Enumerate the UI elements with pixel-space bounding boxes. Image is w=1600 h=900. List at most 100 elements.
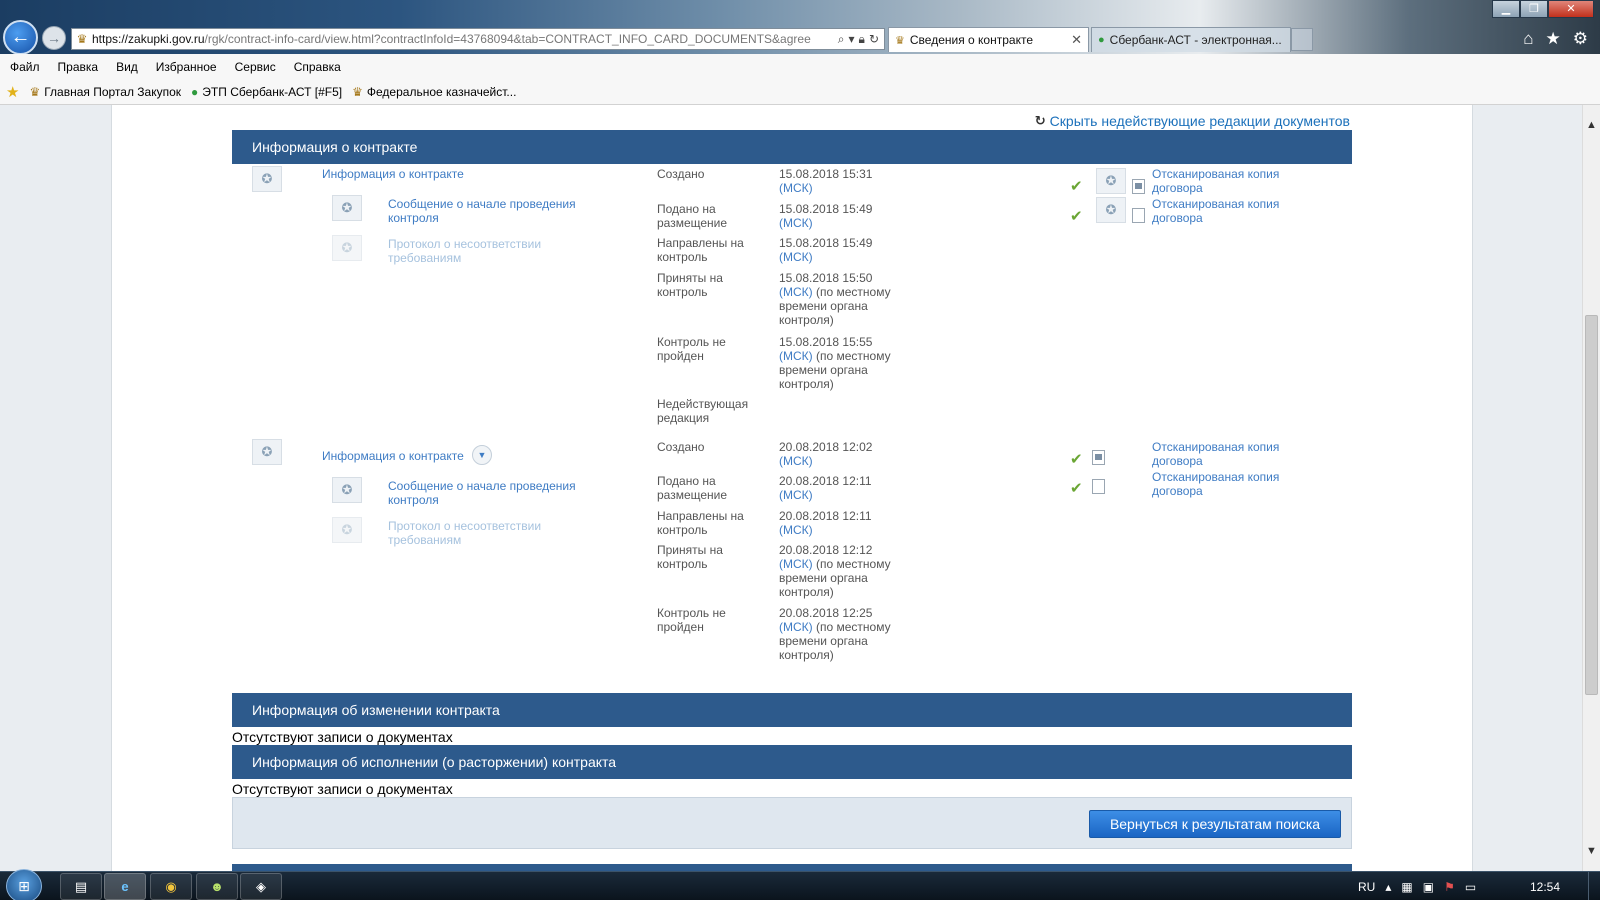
scan-image-icon[interactable] (1092, 450, 1105, 465)
back-to-search-results-button[interactable]: Вернуться к результатам поиска (1089, 810, 1341, 838)
document-medal-icon[interactable]: ✪ (1096, 197, 1126, 223)
hide-link-label: Скрыть недействующие редакции документов (1049, 113, 1350, 129)
clock[interactable]: 12:54 (1530, 880, 1560, 894)
restore-icon[interactable]: ❐ (1520, 0, 1548, 18)
status-label: Контроль не пройден (657, 335, 726, 363)
chevron-down-icon[interactable]: ▼ (472, 445, 492, 465)
refresh-icon[interactable]: ↻ (869, 32, 879, 47)
contract-info-link[interactable]: Информация о контракте (322, 167, 464, 181)
tray-expand-icon[interactable]: ▴ (1385, 880, 1391, 894)
menu-view[interactable]: Вид (116, 60, 138, 74)
new-tab-button[interactable] (1291, 28, 1313, 51)
link-text: Сообщение о начале проведения (388, 197, 576, 211)
forward-button[interactable]: → (42, 26, 66, 50)
scanned-contract-copy-link[interactable]: Отсканированая копия договора (1152, 167, 1279, 195)
contract-info-link[interactable]: Информация о контракте (322, 449, 464, 463)
toolbar-icons: ⌂ ★ ⚙ (1523, 29, 1588, 49)
flag-icon[interactable]: ⚑ (1444, 880, 1455, 894)
document-medal-icon[interactable]: ✪ (332, 235, 362, 261)
status-date: 15.08.2018 15:55 (МСК) (по местному времен… (779, 335, 891, 391)
url-text[interactable]: https://zakupki.gov.ru/rgk/contract-info… (92, 32, 833, 46)
close-tab-icon[interactable]: ✕ (1071, 32, 1082, 48)
scan-image-icon[interactable] (1132, 179, 1145, 194)
document-medal-icon[interactable]: ✪ (252, 439, 282, 465)
checkmark-icon: ✔ (1070, 208, 1083, 225)
footer-rule (232, 864, 1352, 871)
chrome-logo-icon: ◉ (165, 878, 177, 894)
control-start-message-link[interactable]: Сообщение о начале проведения контроля (388, 479, 576, 507)
status-date: 15.08.2018 15:49 (МСК) (779, 202, 873, 230)
gear-icon[interactable]: ⚙ (1573, 29, 1588, 49)
section-contract-changes: Информация об изменении контракта (232, 693, 1352, 727)
favorite-sberbank-ast[interactable]: ● ЭТП Сбербанк-АСТ [#F5] (191, 85, 342, 99)
minimize-icon[interactable]: ▁ (1492, 0, 1520, 18)
status-label: Контроль не пройден (657, 606, 726, 634)
document-icon[interactable] (1092, 479, 1105, 494)
close-window-icon[interactable]: ✕ (1548, 0, 1594, 18)
taskbar-chrome[interactable]: ◉ (150, 873, 192, 900)
hide-inactive-revisions-link[interactable]: ↻ Скрыть недействующие редакции документ… (1035, 113, 1350, 129)
language-indicator[interactable]: RU (1358, 880, 1375, 894)
actions-panel: Вернуться к результатам поиска (232, 797, 1352, 849)
arrow-right-icon: → (47, 30, 61, 46)
scroll-up-icon[interactable]: ▲ (1583, 117, 1600, 134)
taskbar-internet-explorer[interactable]: e (104, 873, 146, 900)
scanned-contract-copy-link[interactable]: Отсканированая копия договора (1152, 197, 1279, 225)
document-medal-icon[interactable]: ✪ (252, 166, 282, 192)
nonconformity-protocol-link[interactable]: Протокол о несоответствии требованиям (388, 519, 541, 547)
taskbar-messenger[interactable]: ☻ (196, 873, 238, 900)
address-tools: ⌕ ▾ 🔒︎ ↻ (833, 32, 884, 47)
status-date: 15.08.2018 15:49 (МСК) (779, 236, 873, 264)
taskbar-explorer[interactable]: ▤ (60, 873, 102, 900)
network-icon[interactable]: ▦ (1401, 880, 1412, 894)
document-icon[interactable] (1132, 208, 1145, 223)
menu-favorites[interactable]: Избранное (156, 60, 217, 74)
status-date: 20.08.2018 12:11 (МСК) (779, 474, 872, 502)
document-medal-icon[interactable]: ✪ (332, 195, 362, 221)
scanned-contract-copy-link[interactable]: Отсканированая копия договора (1152, 440, 1279, 468)
section-title: Информация об изменении контракта (252, 702, 500, 718)
menu-edit[interactable]: Правка (58, 60, 99, 74)
document-medal-icon[interactable]: ✪ (332, 477, 362, 503)
link-text: требованиям (388, 251, 462, 265)
monitor-icon[interactable]: ▭ (1465, 880, 1476, 894)
scroll-thumb[interactable] (1585, 315, 1598, 695)
tab-contract-info[interactable]: ♛ Сведения о контракте ✕ (888, 27, 1089, 52)
scroll-down-icon[interactable]: ▼ (1583, 843, 1600, 860)
show-desktop-button[interactable] (1588, 872, 1600, 900)
favorites-star-icon[interactable]: ★ (1546, 29, 1561, 49)
menu-tools[interactable]: Сервис (235, 60, 276, 74)
nonconformity-protocol-link[interactable]: Протокол о несоответствии требованиям (388, 237, 541, 265)
ie-logo-icon: e (121, 879, 129, 894)
scanned-contract-copy-link[interactable]: Отсканированая копия договора (1152, 470, 1279, 498)
checkmark-icon: ✔ (1070, 178, 1083, 195)
address-bar[interactable]: ♛ https://zakupki.gov.ru/rgk/contract-in… (71, 28, 885, 50)
sberbank-logo-icon: ● (1098, 34, 1105, 46)
menu-help[interactable]: Справка (294, 60, 341, 74)
control-start-message-link[interactable]: Сообщение о начале проведения контроля (388, 197, 576, 225)
add-favorite-icon[interactable]: ★ (6, 83, 19, 101)
sberbank-logo-icon: ● (191, 84, 199, 99)
tray-app-icon[interactable]: ▣ (1423, 880, 1434, 894)
favorite-treasury[interactable]: ♛ Федеральное казначейст... (352, 85, 516, 99)
status-date: 20.08.2018 12:02 (МСК) (779, 440, 873, 468)
menu-file[interactable]: Файл (10, 60, 40, 74)
search-icon[interactable]: ⌕ (838, 32, 845, 47)
windows-logo-icon: ⊞ (18, 877, 30, 894)
document-medal-icon[interactable]: ✪ (1096, 168, 1126, 194)
status-date: 15.08.2018 15:31 (МСК) (779, 167, 873, 195)
tab-sberbank-ast[interactable]: ● Сбербанк-АСТ - электронная... (1091, 27, 1291, 52)
chevron-down-icon[interactable]: ▾ (849, 32, 855, 47)
lock-icon[interactable]: 🔒︎ (859, 32, 865, 47)
site-emblem-icon: ♛ (352, 84, 363, 99)
document-medal-icon[interactable]: ✪ (332, 517, 362, 543)
arrow-left-icon: ← (10, 26, 31, 48)
vertical-scrollbar[interactable]: ▲ ▼ (1582, 105, 1600, 871)
favorite-zakupki[interactable]: ♛ Главная Портал Закупок (29, 85, 181, 99)
link-text: Протокол о несоответствии (388, 519, 542, 533)
start-button[interactable]: ⊞ (6, 869, 42, 900)
back-button[interactable]: ← (3, 20, 38, 55)
taskbar-app[interactable]: ◈ (240, 873, 282, 900)
app-icon: ◈ (256, 878, 266, 894)
home-icon[interactable]: ⌂ (1523, 29, 1533, 49)
